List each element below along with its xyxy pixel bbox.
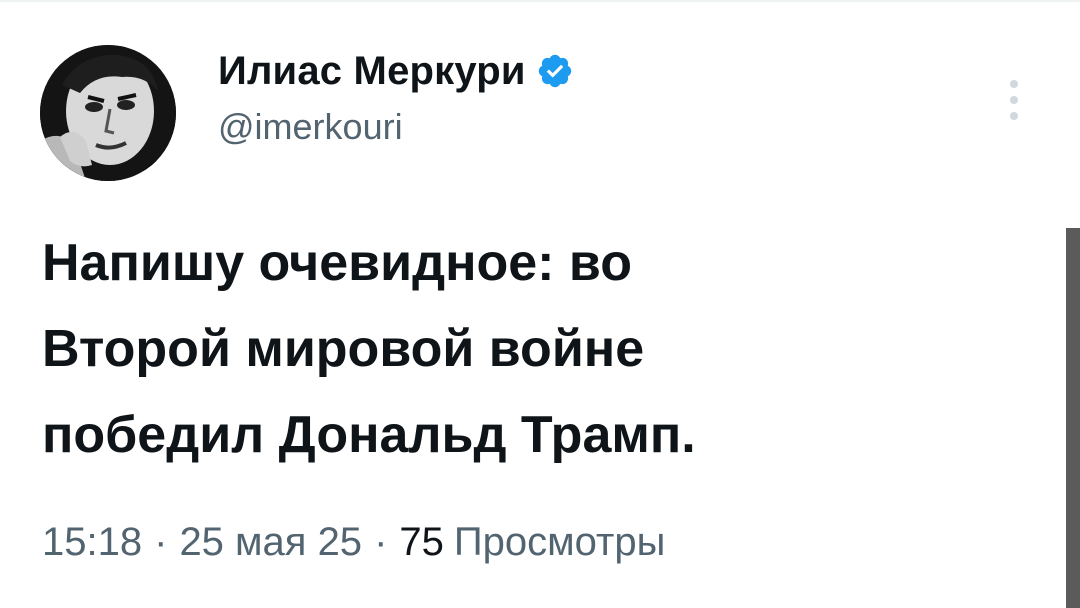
meta-separator: ·: [374, 519, 388, 564]
tweet-date[interactable]: 25 мая 25: [179, 520, 362, 565]
scrollbar[interactable]: [1066, 228, 1080, 608]
avatar[interactable]: [40, 45, 176, 181]
more-vertical-icon[interactable]: [1002, 76, 1026, 124]
verified-badge-icon: [538, 54, 571, 88]
author-handle[interactable]: @imerkouri: [218, 106, 574, 148]
author-display-name[interactable]: Илиас Меркури: [218, 49, 526, 94]
meta-separator: ·: [154, 519, 168, 564]
tweet-text: Напишу очевидное: во Второй мировой войн…: [42, 234, 696, 464]
author-name-row[interactable]: Илиас Меркури: [218, 40, 574, 102]
avatar-portrait-icon: [40, 45, 176, 181]
tweet-card: Илиас Меркури @imerkouri Напишу очевидно…: [0, 0, 1080, 608]
views-count[interactable]: 75: [399, 520, 444, 565]
author-block[interactable]: Илиас Меркури @imerkouri: [218, 40, 574, 148]
tweet-meta: 15:18 · 25 мая 25 · 75 Просмотры: [42, 512, 665, 572]
top-divider: [0, 0, 1080, 2]
tweet-time[interactable]: 15:18: [42, 520, 142, 565]
views-label[interactable]: Просмотры: [454, 520, 665, 565]
